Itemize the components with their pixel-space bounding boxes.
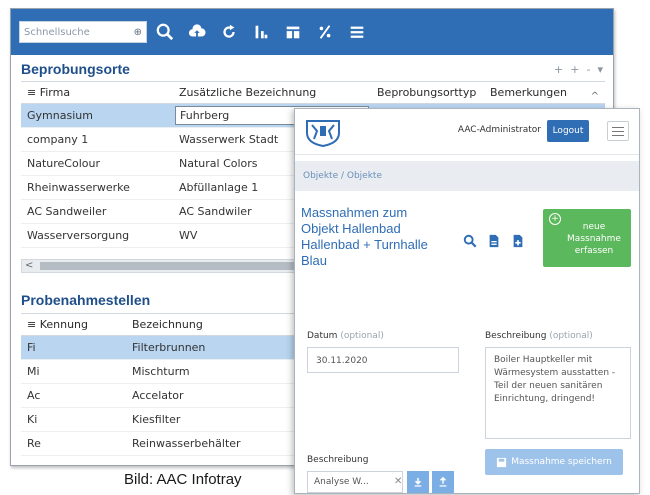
column-header-zusaetzliche-bezeichnung[interactable]: Zusätzliche Bezeichnung	[173, 86, 371, 99]
cell-kennung: Ki	[27, 413, 38, 426]
hamburger-menu-button[interactable]	[607, 121, 629, 141]
page-title: Massnahmen zum Objekt Hallenbad Hallenba…	[301, 205, 428, 268]
breadcrumb: Objekte / Objekte	[295, 161, 639, 191]
app-header: AAC-Administrator Logout	[295, 109, 639, 155]
cell-kennung: Fi	[27, 341, 36, 354]
breadcrumb-text[interactable]: Objekte / Objekte	[303, 171, 382, 181]
add-site-button[interactable]: +	[554, 63, 563, 76]
sampling-sites-tools: + + - ▾	[554, 63, 603, 76]
file-select-input[interactable]: Analyse W...	[307, 471, 403, 493]
cell-firma: company 1	[27, 133, 89, 146]
cell-firma: Rheinwasserwerke	[27, 181, 130, 194]
sort-ascending-icon[interactable]: ^	[591, 91, 599, 102]
search-icon[interactable]	[463, 233, 477, 252]
search-icon[interactable]	[151, 18, 179, 46]
save-measure-button[interactable]: Massnahme speichern	[485, 449, 623, 475]
sort-icon[interactable]	[247, 18, 275, 46]
upload-icon[interactable]	[432, 471, 454, 493]
save-label: Massnahme speichern	[511, 457, 612, 467]
download-icon[interactable]	[407, 471, 429, 493]
cell-firma: Gymnasium	[27, 109, 93, 122]
column-header-kennung[interactable]: ≡ Kennung	[21, 318, 126, 331]
file-add-icon[interactable]	[511, 233, 525, 252]
site-options-dropdown[interactable]: ▾	[597, 63, 603, 76]
scroll-left-icon[interactable]: <	[25, 260, 33, 271]
current-user-label: AAC-Administrator	[457, 125, 541, 135]
cell-firma: AC Sandweiler	[27, 205, 107, 218]
search-options-icon[interactable]: ⊕	[134, 27, 142, 38]
logout-button[interactable]: Logout	[547, 120, 589, 142]
column-header-beprobungsorttyp[interactable]: Beprobungsorttyp	[371, 86, 484, 99]
description-label: Beschreibung (optional)	[485, 331, 593, 341]
sampling-points-title: Probenahmestellen	[21, 292, 151, 308]
scrollbar-thumb[interactable]	[40, 262, 310, 270]
new-measure-button[interactable]: + neue Massnahme erfassen	[543, 209, 631, 267]
sampling-sites-title: Beprobungsorte	[21, 61, 130, 77]
cell-kennung: Ac	[27, 389, 41, 402]
description-textarea[interactable]: Boiler Hauptkeller mit Wärmesystem ausst…	[485, 347, 631, 439]
main-toolbar: Schnellsuche ⊕	[11, 9, 613, 55]
measure-detail-window: AAC-Administrator Logout Objekte / Objek…	[294, 108, 640, 494]
percent-icon[interactable]	[311, 18, 339, 46]
hamburger-menu-icon[interactable]	[343, 18, 371, 46]
plus-circle-icon: +	[549, 213, 561, 225]
remove-site-button[interactable]: -	[586, 63, 590, 76]
cloud-upload-icon[interactable]	[183, 18, 211, 46]
column-header-bemerkungen[interactable]: Bemerkungen	[484, 86, 574, 99]
sampling-sites-header-row: ≡ Firma Zusätzliche Bezeichnung Beprobun…	[21, 82, 605, 104]
date-field[interactable]: 30.11.2020	[307, 347, 459, 373]
quick-search-placeholder: Schnellsuche	[24, 26, 90, 38]
cell-firma: Wasserversorgung	[27, 229, 130, 242]
table-icon[interactable]	[279, 18, 307, 46]
save-icon	[497, 457, 507, 467]
cell-firma: NatureColour	[27, 157, 100, 170]
quick-search-input[interactable]: Schnellsuche ⊕	[19, 21, 147, 43]
clear-file-icon[interactable]: ✕	[394, 476, 402, 487]
file-pdf-icon[interactable]	[487, 233, 501, 252]
image-caption: Bild: AAC Infotray	[124, 471, 242, 488]
date-label: Datum (optional)	[307, 331, 384, 341]
coat-of-arms-logo-icon	[306, 120, 340, 147]
add-sub-site-button[interactable]: +	[570, 63, 579, 76]
file-description-label: Beschreibung	[307, 455, 369, 465]
column-header-firma[interactable]: ≡ Firma	[21, 86, 173, 99]
refresh-icon[interactable]	[215, 18, 243, 46]
cell-kennung: Re	[27, 437, 41, 450]
cell-kennung: Mi	[27, 365, 40, 378]
